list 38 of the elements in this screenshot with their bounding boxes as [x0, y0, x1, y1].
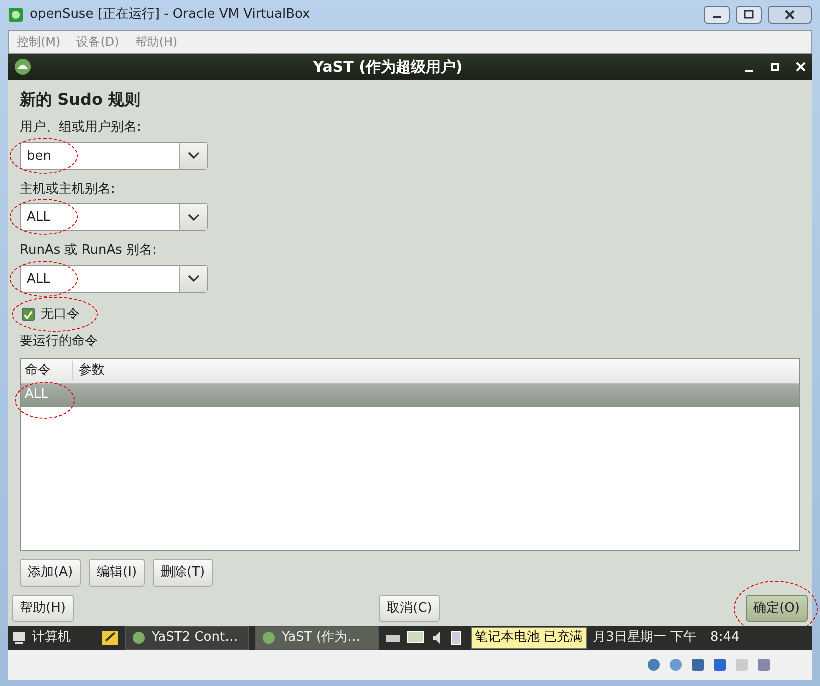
column-header[interactable]: 参数	[73, 360, 105, 380]
tooltip: 笔记本电池 已充满	[471, 627, 588, 649]
checkbox-label: 无口令	[41, 306, 80, 324]
checkbox[interactable]	[22, 308, 35, 321]
window-title: openSuse [正在运行] - Oracle VM VirtualBox	[30, 6, 312, 24]
action-button[interactable]: 添加(A)	[20, 559, 82, 586]
monitor-icon	[407, 630, 425, 646]
close-icon[interactable]	[768, 6, 812, 24]
chevron-down-icon	[188, 151, 200, 160]
field-label: 用户、组或用户别名:	[20, 119, 142, 137]
minimize-icon[interactable]	[704, 6, 730, 24]
clock-date: 月3日星期一 下午	[593, 629, 697, 648]
dialog-button[interactable]: 确定(O)	[746, 594, 808, 622]
speaker-icon	[431, 630, 443, 646]
combo-box[interactable]: ALL	[20, 264, 208, 292]
dialog-button[interactable]: 取消(C)	[379, 594, 440, 622]
chevron-down-icon	[188, 212, 200, 222]
column-header[interactable]: 命令	[21, 360, 73, 380]
section-label: 要运行的命令	[20, 333, 99, 351]
app-icon	[8, 7, 24, 23]
dialog-button[interactable]: 帮助(H)	[12, 594, 74, 622]
combo-box[interactable]: ben	[20, 142, 208, 170]
check-icon	[23, 308, 34, 322]
computer-icon	[12, 631, 26, 645]
chevron-down-icon	[188, 274, 200, 283]
dialog-heading: 新的 Sudo 规则	[20, 89, 142, 111]
taskbar-task[interactable]: YaST (作为…	[255, 626, 379, 650]
field-label: RunAs 或 RunAs 别名:	[20, 242, 158, 260]
clock-time: 8:44	[710, 629, 740, 648]
action-button[interactable]: 编辑(I)	[89, 559, 146, 586]
dialog-title: YaST (作为超级用户)	[312, 56, 464, 78]
maximize-icon[interactable]	[736, 6, 762, 24]
notepad-icon	[101, 629, 119, 647]
action-button[interactable]: 删除(T)	[153, 559, 214, 586]
taskbar-task[interactable]: YaST2 Cont…	[125, 626, 249, 650]
combo-box[interactable]: ALL	[20, 203, 208, 231]
start-menu[interactable]: 计算机	[32, 628, 71, 648]
field-label: 主机或主机别名:	[20, 180, 116, 198]
